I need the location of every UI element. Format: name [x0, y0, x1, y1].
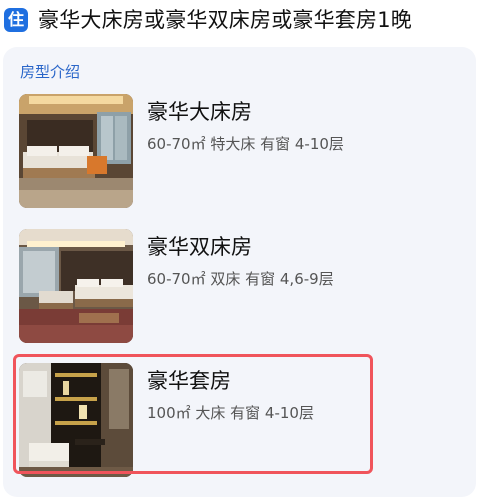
room-name: 豪华大床房: [147, 100, 252, 124]
room-photo-deluxe-king: [19, 94, 133, 208]
room-details: 100㎡ 大床 有窗 4-10层: [147, 404, 314, 422]
room-item-deluxe-suite[interactable]: 豪华套房 100㎡ 大床 有窗 4-10层: [3, 363, 476, 481]
room-types-card: 房型介绍 豪华大床房 60-70㎡ 特大床 有窗 4-10层 豪华双床房 60-…: [3, 47, 476, 497]
hotel-badge: 住: [4, 8, 28, 32]
room-details: 60-70㎡ 双床 有窗 4,6-9层: [147, 270, 334, 288]
room-photo-deluxe-twin: [19, 229, 133, 343]
room-item-deluxe-twin[interactable]: 豪华双床房 60-70㎡ 双床 有窗 4,6-9层: [3, 229, 476, 347]
page-header: 住 豪华大床房或豪华双床房或豪华套房1晚: [0, 0, 483, 40]
section-title: 房型介绍: [20, 63, 81, 81]
room-name: 豪华套房: [147, 369, 231, 393]
room-item-deluxe-king[interactable]: 豪华大床房 60-70㎡ 特大床 有窗 4-10层: [3, 94, 476, 212]
room-photo-deluxe-suite: [19, 363, 133, 477]
room-details: 60-70㎡ 特大床 有窗 4-10层: [147, 135, 344, 153]
product-title: 豪华大床房或豪华双床房或豪华套房1晚: [38, 8, 412, 32]
room-name: 豪华双床房: [147, 235, 252, 259]
